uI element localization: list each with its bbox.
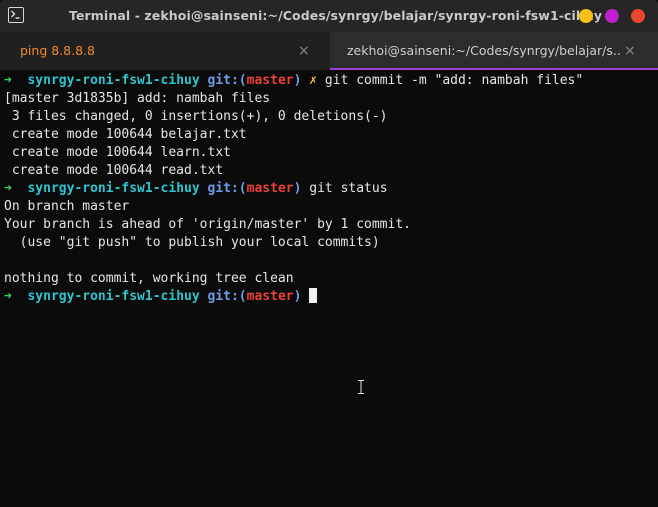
output-line: create mode 100644 belajar.txt <box>4 127 247 142</box>
terminal-window: Terminal - zekhoi@sainseni:~/Codes/synrg… <box>0 0 658 507</box>
prompt-git-suffix: ) <box>293 289 302 304</box>
minimize-button[interactable] <box>579 9 593 23</box>
prompt-directory: synrgy-roni-fsw1-cihuy <box>27 73 200 88</box>
output-line: On branch master <box>4 199 130 214</box>
prompt-branch: master <box>246 181 294 196</box>
output-line: (use "git push" to publish your local co… <box>4 235 380 250</box>
prompt-git-suffix: ) <box>293 73 302 88</box>
prompt-line: ➜ synrgy-roni-fsw1-cihuy git:(master) gi… <box>4 180 658 198</box>
prompt-line-active[interactable]: ➜ synrgy-roni-fsw1-cihuy git:(master) <box>4 288 658 306</box>
terminal-output[interactable]: ➜ synrgy-roni-fsw1-cihuy git:(master) ✗ … <box>0 72 658 507</box>
tab-close-icon[interactable]: × <box>298 32 310 70</box>
prompt-arrow-icon: ➜ <box>4 73 12 88</box>
prompt-git-prefix: git:( <box>207 73 247 88</box>
prompt-line: ➜ synrgy-roni-fsw1-cihuy git:(master) ✗ … <box>4 72 658 90</box>
tab-close-icon[interactable]: × <box>624 32 636 68</box>
output-line: create mode 100644 read.txt <box>4 163 224 178</box>
mouse-ibeam-icon <box>358 380 364 394</box>
tab-label: zekhoi@sainseni:~/Codes/synrgy/belajar/s… <box>347 43 621 58</box>
window-title: Terminal - zekhoi@sainseni:~/Codes/synrg… <box>69 8 603 23</box>
output-line: nothing to commit, working tree clean <box>4 271 294 286</box>
output-line: [master 3d1835b] add: nambah files <box>4 91 271 106</box>
dirty-mark-icon: ✗ <box>309 73 318 88</box>
window-title-container: Terminal - zekhoi@sainseni:~/Codes/synrg… <box>0 0 658 32</box>
close-button[interactable] <box>631 9 645 23</box>
command-text: git commit -m "add: nambah files" <box>324 73 584 88</box>
prompt-arrow-icon: ➜ <box>4 181 12 196</box>
tab-shell[interactable]: zekhoi@sainseni:~/Codes/synrgy/belajar/s… <box>330 32 658 70</box>
prompt-git-suffix: ) <box>293 181 302 196</box>
prompt-git-prefix: git:( <box>207 289 247 304</box>
prompt-branch: master <box>246 73 294 88</box>
tab-label: ping 8.8.8.8 <box>20 43 95 58</box>
output-line: create mode 100644 learn.txt <box>4 145 231 160</box>
prompt-directory: synrgy-roni-fsw1-cihuy <box>27 289 200 304</box>
output-line: Your branch is ahead of 'origin/master' … <box>4 217 411 232</box>
text-cursor[interactable] <box>309 288 318 303</box>
output-line: 3 files changed, 0 insertions(+), 0 dele… <box>4 109 388 124</box>
command-text: git status <box>309 181 388 196</box>
prompt-branch: master <box>246 289 294 304</box>
maximize-button[interactable] <box>605 9 619 23</box>
tab-ping[interactable]: ping 8.8.8.8 × <box>0 32 329 70</box>
tab-bar: ping 8.8.8.8 × zekhoi@sainseni:~/Codes/s… <box>0 32 658 70</box>
prompt-directory: synrgy-roni-fsw1-cihuy <box>27 181 200 196</box>
title-bar[interactable]: Terminal - zekhoi@sainseni:~/Codes/synrg… <box>0 0 658 32</box>
prompt-arrow-icon: ➜ <box>4 289 12 304</box>
prompt-git-prefix: git:( <box>207 181 247 196</box>
